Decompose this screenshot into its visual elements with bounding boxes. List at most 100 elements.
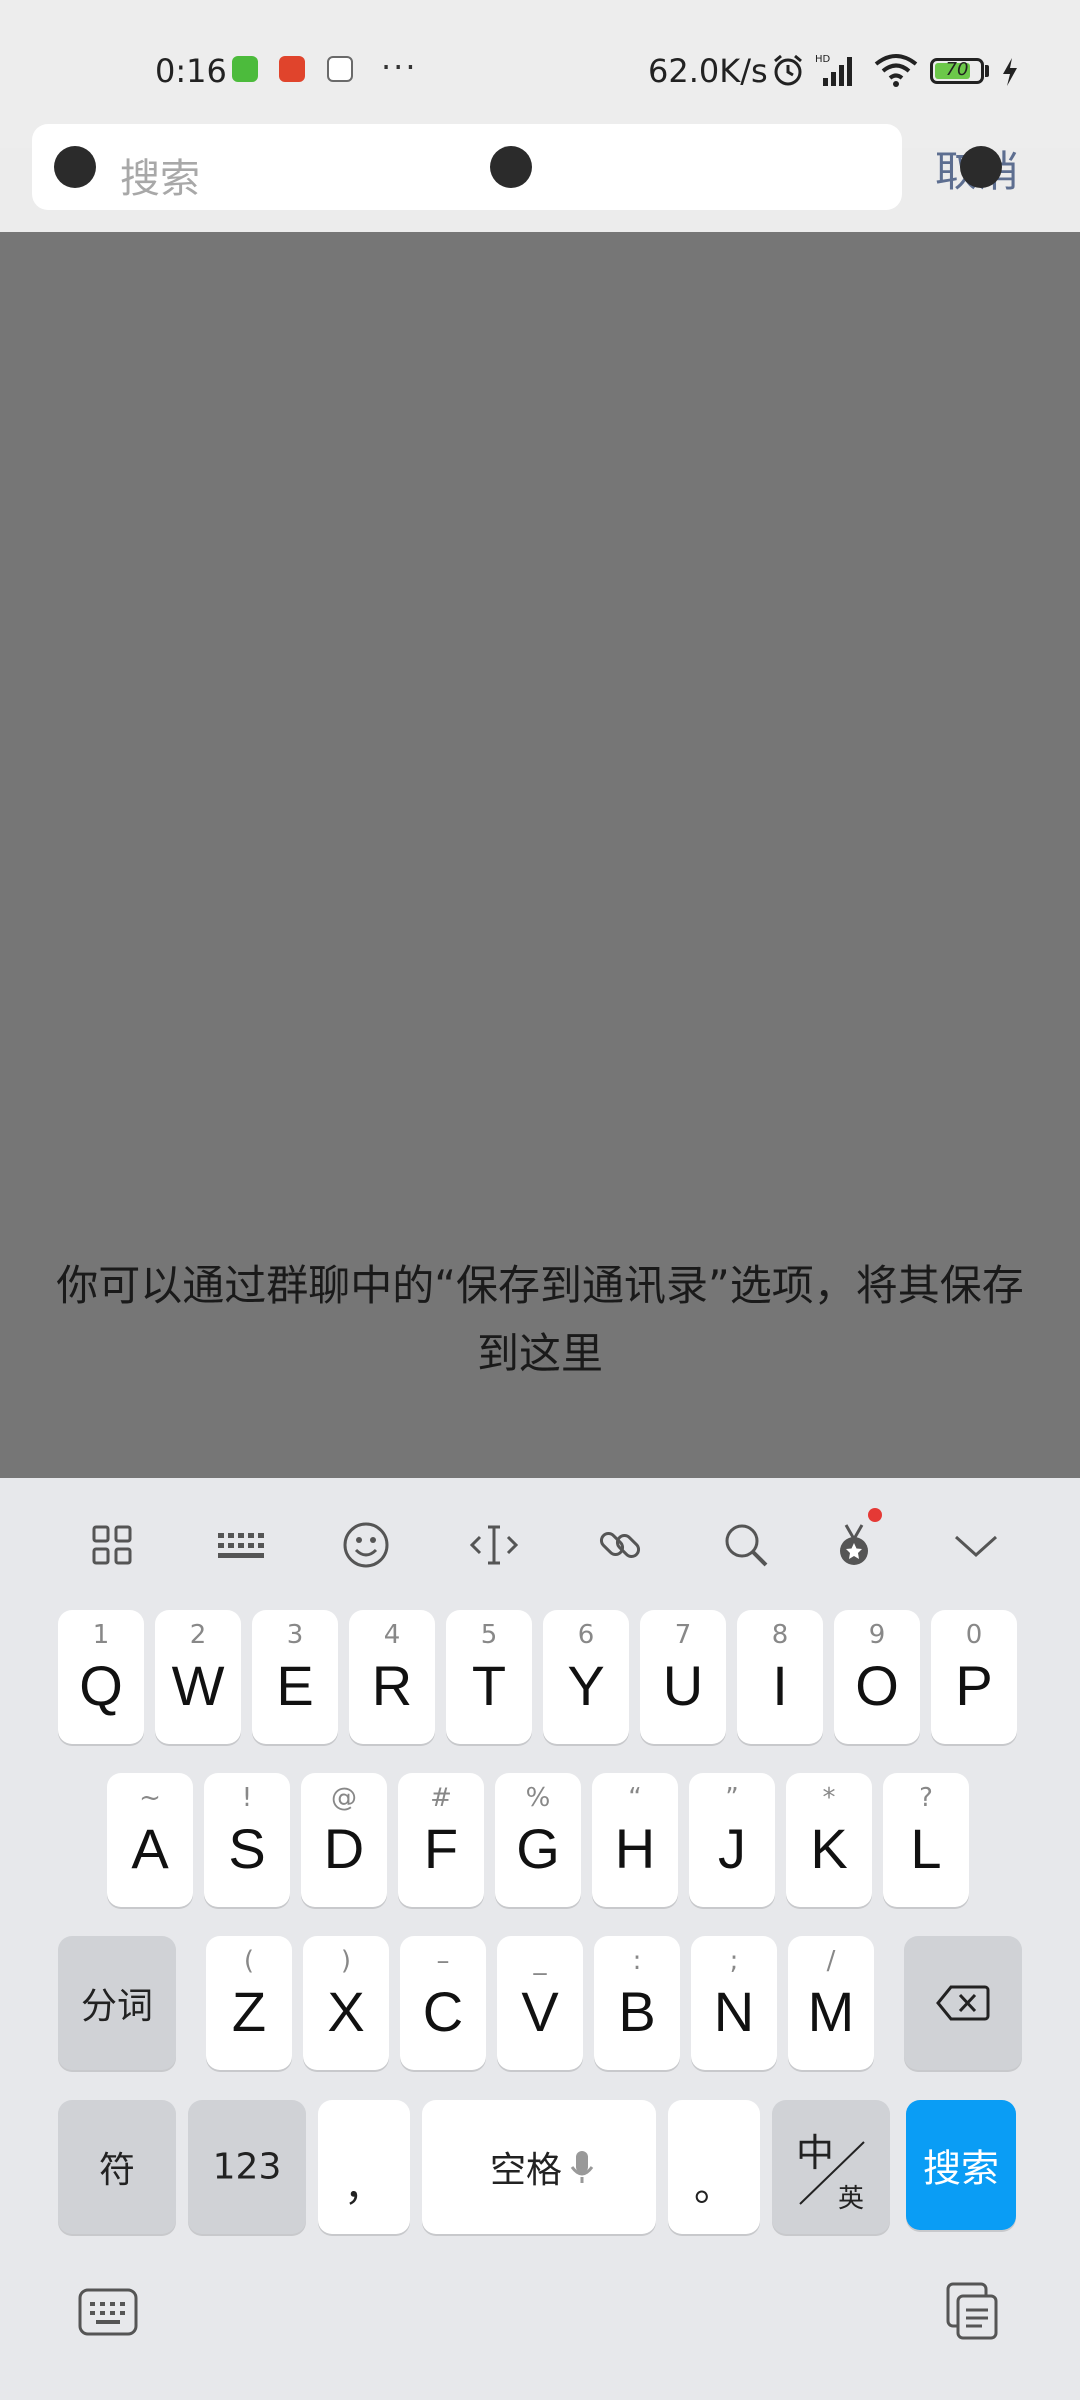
key-n[interactable]: ; N — [691, 1936, 777, 2070]
status-time: 0:16 — [155, 52, 227, 90]
app-notification-icon-3 — [327, 56, 353, 82]
key-sub-label: 2 — [189, 1620, 207, 1650]
segment-key[interactable]: 分词 — [58, 1936, 176, 2070]
key-label: 空格 — [489, 2150, 562, 2191]
key-a[interactable]: ~ A — [107, 1773, 193, 1907]
key-sub-label: 5 — [480, 1620, 498, 1650]
space-key[interactable]: 空格 — [422, 2100, 656, 2234]
key-sub-label: ” — [725, 1783, 739, 1813]
key-f[interactable]: # F — [398, 1773, 484, 1907]
key-r[interactable]: 4R — [349, 1610, 435, 1744]
key-z[interactable]: (Z — [206, 1936, 292, 2070]
key-label: 。 — [694, 2164, 734, 2211]
key-sub-label: 6 — [577, 1620, 595, 1650]
key-label: 符 — [98, 2150, 135, 2191]
key-label: Y — [567, 1654, 605, 1717]
key-label: E — [276, 1654, 314, 1717]
key-sub-label: – — [436, 1946, 450, 1976]
battery-icon: 70 — [930, 58, 984, 84]
key-d[interactable]: @ D — [301, 1773, 387, 1907]
key-label: J — [718, 1817, 746, 1880]
key-label: N — [713, 1980, 755, 2043]
key-sub-label: * — [822, 1783, 836, 1813]
key-w[interactable]: 2W — [155, 1610, 241, 1744]
key-label: H — [614, 1817, 656, 1880]
key-label: R — [371, 1654, 413, 1717]
key-q[interactable]: 1Q — [58, 1610, 144, 1744]
key-k[interactable]: * K — [786, 1773, 872, 1907]
key-label: 分词 — [80, 1986, 153, 2027]
keyboard-switch-icon[interactable] — [76, 2280, 140, 2344]
network-speed: 62.0K/s — [648, 52, 768, 90]
key-u[interactable]: 7U — [640, 1610, 726, 1744]
key-label: Q — [79, 1654, 123, 1717]
search-icon — [54, 146, 96, 188]
symbol-key[interactable]: 符 — [58, 2100, 176, 2234]
key-l[interactable]: ? L — [883, 1773, 969, 1907]
key-label: M — [807, 1980, 855, 2043]
search-icon[interactable] — [718, 1517, 774, 1573]
key-i[interactable]: 8I — [737, 1610, 823, 1744]
collapse-icon[interactable] — [948, 1517, 1004, 1573]
key-label: P — [955, 1654, 993, 1717]
number-key[interactable]: 123 — [188, 2100, 306, 2234]
key-label: V — [521, 1980, 559, 2043]
battery-cap — [985, 65, 989, 77]
key-sub-label: ) — [340, 1946, 352, 1976]
key-o[interactable]: 9O — [834, 1610, 920, 1744]
medal-icon[interactable] — [826, 1517, 882, 1573]
key-sub-label: “ — [628, 1783, 642, 1813]
key-g[interactable]: % G — [495, 1773, 581, 1907]
key-label: D — [323, 1817, 365, 1880]
key-label: L — [910, 1817, 942, 1880]
key-s[interactable]: ! S — [204, 1773, 290, 1907]
key-e[interactable]: 3E — [252, 1610, 338, 1744]
key-sub-label: ~ — [139, 1783, 161, 1813]
key-b[interactable]: :B — [594, 1936, 680, 2070]
key-label: B — [618, 1980, 656, 2043]
key-sub-label: ( — [243, 1946, 255, 1976]
empty-hint-text: 你可以通过群聊中的“保存到通讯录”选项，将其保存到这里 — [56, 1261, 1024, 1378]
key-label: U — [662, 1654, 704, 1717]
link-icon[interactable] — [592, 1517, 648, 1573]
clipboard-icon[interactable] — [940, 2280, 1004, 2344]
key-label: O — [855, 1654, 899, 1717]
key-sub-label: 8 — [771, 1620, 789, 1650]
language-switch-key[interactable]: 中 英 — [772, 2100, 890, 2234]
keyboard-layout-icon[interactable] — [212, 1517, 268, 1573]
search-input[interactable]: 搜索 — [32, 124, 902, 210]
alarm-icon — [770, 52, 806, 92]
key-sub-label: ? — [919, 1783, 933, 1813]
key-sub-label: 9 — [868, 1620, 886, 1650]
key-sub-label: % — [525, 1783, 551, 1813]
key-j[interactable]: ” J — [689, 1773, 775, 1907]
emoji-icon[interactable] — [338, 1517, 394, 1573]
wifi-icon — [874, 52, 918, 92]
search-key[interactable]: 搜索 — [906, 2100, 1016, 2230]
backspace-key[interactable] — [904, 1936, 1022, 2070]
svg-text:HD: HD — [815, 54, 831, 65]
key-y[interactable]: 6Y — [543, 1610, 629, 1744]
key-label: 搜索 — [922, 2146, 999, 2191]
grid-icon[interactable] — [84, 1517, 140, 1573]
key-sub-label: 7 — [674, 1620, 692, 1650]
charging-icon — [1000, 56, 1020, 92]
cursor-icon[interactable] — [466, 1517, 522, 1573]
key-h[interactable]: “H — [592, 1773, 678, 1907]
key-sub-label: 3 — [286, 1620, 304, 1650]
key-m[interactable]: / M — [788, 1936, 874, 2070]
key-sub-label: @ — [331, 1783, 357, 1813]
key-sub-label: / — [826, 1946, 836, 1976]
key-sub-label: 4 — [383, 1620, 401, 1650]
key-label: Z — [231, 1980, 267, 2043]
key-c[interactable]: – C — [400, 1936, 486, 2070]
key-x[interactable]: ) X — [303, 1936, 389, 2070]
key-p[interactable]: 0P — [931, 1610, 1017, 1744]
key-label: 123 — [212, 2146, 282, 2188]
key-sub-label: # — [430, 1783, 452, 1813]
app-notification-icon-2 — [279, 56, 305, 82]
key-v[interactable]: _ V — [497, 1936, 583, 2070]
key-t[interactable]: 5T — [446, 1610, 532, 1744]
search-placeholder: 搜索 — [120, 156, 200, 202]
period-key[interactable]: 。 — [668, 2100, 760, 2234]
